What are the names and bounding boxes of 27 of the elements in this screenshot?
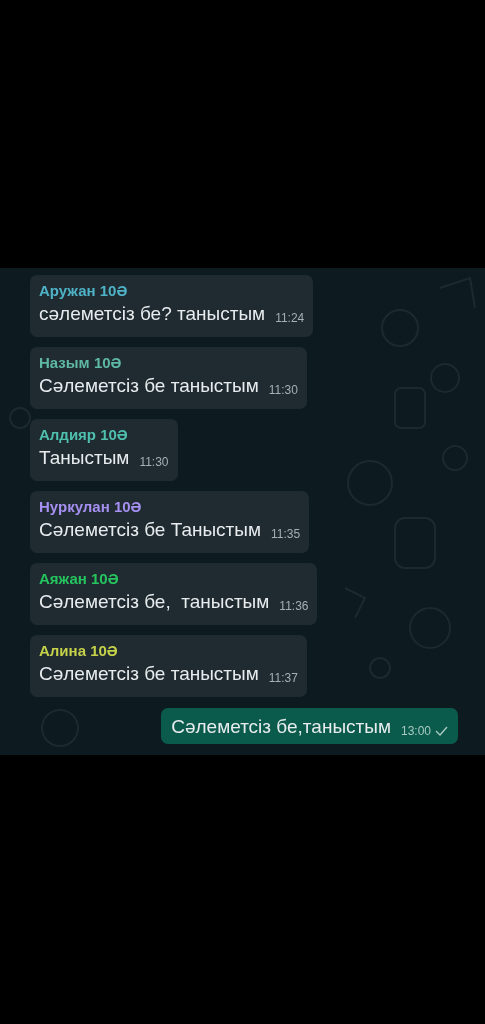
sender-name: Аяжан 10Ә (39, 569, 119, 589)
sender-name: Нуркулан 10Ә (39, 497, 142, 517)
message-time: 11:36 (279, 598, 309, 614)
message-text: Сәлеметсіз бе, таныстым (39, 590, 270, 614)
sender-name: Алдияр 10Ә (39, 425, 128, 445)
message-text: Сәлеметсіз бе таныстым (39, 374, 259, 398)
sender-name: Алина 10Ә (39, 641, 118, 661)
message-bubble[interactable]: Сәлеметсіз бе,таныстым 13:00 (161, 708, 458, 744)
message-bubble[interactable]: Назым 10Ә Сәлеметсіз бе таныстым 11:30 (30, 347, 307, 409)
message-bubble[interactable]: Алина 10Ә Сәлеметсіз бе таныстым 11:37 (30, 635, 307, 697)
sender-name: Аружан 10Ә (39, 281, 128, 301)
message-bubble[interactable]: Нуркулан 10Ә Сәлеметсіз бе Таныстым 11:35 (30, 491, 310, 553)
message-text: сәлеметсіз бе? таныстым (39, 302, 266, 326)
message-text: Сәлеметсіз бе Таныстым (39, 518, 262, 542)
message-time: 13:00 (400, 723, 431, 739)
sender-name: Назым 10Ә (39, 353, 122, 373)
message-time: 11:24 (275, 310, 305, 326)
message-time: 11:35 (271, 526, 301, 542)
message-time: 11:30 (268, 382, 298, 398)
message-bubble[interactable]: Аяжан 10Ә Сәлеметсіз бе, таныстым 11:36 (30, 563, 318, 625)
message-text: Сәлеметсіз бе таныстым (39, 662, 259, 686)
message-bubble[interactable]: Аружан 10Ә сәлеметсіз бе? таныстым 11:24 (30, 275, 314, 337)
message-bubble[interactable]: Алдияр 10Ә Таныстым 11:30 (30, 419, 178, 481)
message-time: 11:37 (268, 670, 298, 686)
message-text: Таныстым (39, 446, 130, 470)
message-text: Сәлеметсіз бе,таныстым (171, 715, 391, 739)
message-time: 11:30 (139, 454, 169, 470)
